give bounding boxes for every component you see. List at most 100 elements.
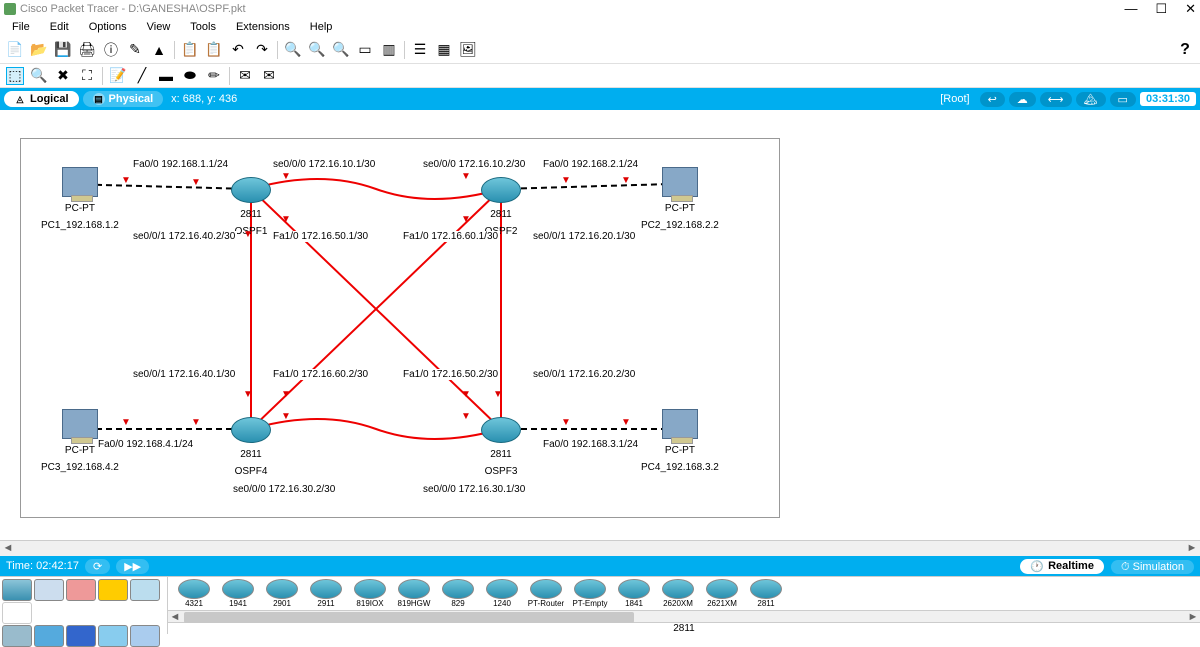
label: Fa1/0 172.16.60.2/30 <box>271 369 370 380</box>
label: Fa0/0 192.168.1.1/24 <box>131 159 230 170</box>
scrollbar-thumb[interactable] <box>184 612 634 623</box>
cat-smart[interactable] <box>66 625 96 647</box>
dialog-icon[interactable]: ▥ <box>380 41 398 59</box>
list-icon[interactable]: ☰ <box>411 41 429 59</box>
viewport-icon[interactable]: ▭ <box>1110 92 1136 107</box>
simulation-tab[interactable]: ⏱ Simulation <box>1111 560 1194 574</box>
maximize-button[interactable]: ☐ <box>1155 1 1167 17</box>
save-icon[interactable]: 💾 <box>54 41 72 59</box>
palette-icon[interactable]: ▭ <box>356 41 374 59</box>
cat-home[interactable] <box>34 625 64 647</box>
device-model-PT-Router[interactable]: PT-Router <box>526 579 566 608</box>
nav-back-icon[interactable]: ↩ <box>980 92 1005 107</box>
cat-end[interactable] <box>2 625 32 647</box>
close-button[interactable]: ✕ <box>1185 1 1196 17</box>
copy-icon[interactable]: 📋 <box>181 41 199 59</box>
cat-cloud[interactable] <box>130 625 160 647</box>
simple-pdu-icon[interactable]: ✉ <box>236 67 254 85</box>
menu-options[interactable]: Options <box>81 19 135 35</box>
cat-routers[interactable] <box>2 579 32 601</box>
background-icon[interactable]: 🏔 <box>1076 92 1106 107</box>
freeform-icon[interactable]: ✏ <box>205 67 223 85</box>
label: se0/0/0 172.16.10.1/30 <box>271 159 377 170</box>
pc2[interactable]: PC-PTPC2_192.168.2.2 <box>641 167 719 231</box>
scroll-right-icon[interactable]: ► <box>1186 611 1200 625</box>
device-list-scrollbar[interactable]: ◄ ► <box>168 610 1200 622</box>
complex-pdu-icon[interactable]: ✉ <box>260 67 278 85</box>
open-icon[interactable]: 📂 <box>30 41 48 59</box>
device-model-819HGW[interactable]: 819HGW <box>394 579 434 608</box>
image-icon[interactable]: 🖼 <box>459 41 477 59</box>
cat-security[interactable] <box>130 579 160 601</box>
scroll-left-icon[interactable]: ◄ <box>0 541 16 557</box>
activity-icon[interactable]: ▲ <box>150 41 168 59</box>
rect-icon[interactable]: ▬ <box>157 67 175 85</box>
router-ospf4[interactable]: 2811OSPF4 <box>231 417 271 477</box>
router-ospf1[interactable]: 2811OSPF1 <box>231 177 271 237</box>
cat-boards[interactable] <box>98 625 128 647</box>
device-model-2621XM[interactable]: 2621XM <box>702 579 742 608</box>
zoomreset-icon[interactable]: 🔍 <box>308 41 326 59</box>
device-model-1941[interactable]: 1941 <box>218 579 258 608</box>
pc1[interactable]: PC-PTPC1_192.168.1.2 <box>41 167 119 231</box>
device-model-2811[interactable]: 2811 <box>746 579 786 608</box>
menu-help[interactable]: Help <box>302 19 341 35</box>
grid-icon[interactable]: ▦ <box>435 41 453 59</box>
device-model-829[interactable]: 829 <box>438 579 478 608</box>
device-model-4321[interactable]: 4321 <box>174 579 214 608</box>
separator <box>174 41 175 59</box>
cat-wireless[interactable] <box>98 579 128 601</box>
cat-hubs[interactable] <box>66 579 96 601</box>
logical-tab[interactable]: ◬Logical <box>4 91 79 107</box>
device-model-2901[interactable]: 2901 <box>262 579 302 608</box>
menu-edit[interactable]: Edit <box>42 19 77 35</box>
device-model-1841[interactable]: 1841 <box>614 579 654 608</box>
line-icon[interactable]: ╱ <box>133 67 151 85</box>
power-cycle-icon[interactable]: ⟳ <box>85 559 110 574</box>
device-model-PT-Empty[interactable]: PT-Empty <box>570 579 610 608</box>
menu-view[interactable]: View <box>139 19 179 35</box>
ellipse-icon[interactable]: ⬬ <box>181 67 199 85</box>
scroll-right-icon[interactable]: ► <box>1184 541 1200 557</box>
workspace-scrollbar[interactable]: ◄ ► <box>0 540 1200 556</box>
separator <box>404 41 405 59</box>
print-icon[interactable]: 🖨 <box>78 41 96 59</box>
device-model-1240[interactable]: 1240 <box>482 579 522 608</box>
help-icon[interactable]: ? <box>1176 41 1194 59</box>
device-model-2911[interactable]: 2911 <box>306 579 346 608</box>
redo-icon[interactable]: ↷ <box>253 41 271 59</box>
inspect-icon[interactable]: 🔍 <box>30 67 48 85</box>
physical-tab[interactable]: ▤Physical <box>83 91 164 107</box>
label: Fa0/0 192.168.2.1/24 <box>541 159 640 170</box>
zoomin-icon[interactable]: 🔍 <box>284 41 302 59</box>
delete-icon[interactable]: ✖ <box>54 67 72 85</box>
resize-icon[interactable]: ⛶ <box>78 67 96 85</box>
topology-canvas[interactable]: ▼▼ ▼▼ ▼▼ ▼▼ ▼▼ ▼▼ ▼▼ ▼▼ ▼▼ ▼▼ PC-PTPC1_1… <box>20 138 780 518</box>
paste-icon[interactable]: 📋 <box>205 41 223 59</box>
scroll-left-icon[interactable]: ◄ <box>168 611 182 625</box>
fast-forward-icon[interactable]: ▶▶ <box>116 559 149 574</box>
new-icon[interactable]: 📄 <box>6 41 24 59</box>
router-ospf3[interactable]: 2811OSPF3 <box>481 417 521 477</box>
cluster-icon[interactable]: ☁ <box>1009 92 1036 107</box>
minimize-button[interactable]: — <box>1124 1 1137 17</box>
info-icon[interactable]: ⓘ <box>102 41 120 59</box>
workspace[interactable]: ▼▼ ▼▼ ▼▼ ▼▼ ▼▼ ▼▼ ▼▼ ▼▼ ▼▼ ▼▼ PC-PTPC1_1… <box>0 110 1200 540</box>
undo-icon[interactable]: ↶ <box>229 41 247 59</box>
cat-wan[interactable] <box>2 602 32 624</box>
wizard-icon[interactable]: ✎ <box>126 41 144 59</box>
pc4[interactable]: PC-PTPC4_192.168.3.2 <box>641 409 719 473</box>
zoomout-icon[interactable]: 🔍 <box>332 41 350 59</box>
note-icon[interactable]: 📝 <box>109 67 127 85</box>
cat-switches[interactable] <box>34 579 64 601</box>
realtime-tab[interactable]: 🕐 Realtime <box>1020 559 1104 574</box>
root-label[interactable]: [Root] <box>940 93 969 105</box>
device-model-2620XM[interactable]: 2620XM <box>658 579 698 608</box>
menu-file[interactable]: File <box>4 19 38 35</box>
menu-extensions[interactable]: Extensions <box>228 19 298 35</box>
device-model-819IOX[interactable]: 819IOX <box>350 579 390 608</box>
router-ospf2[interactable]: 2811OSPF2 <box>481 177 521 237</box>
menu-tools[interactable]: Tools <box>182 19 224 35</box>
select-icon[interactable]: ⬚ <box>6 67 24 85</box>
move-icon[interactable]: ⟷ <box>1040 92 1072 107</box>
